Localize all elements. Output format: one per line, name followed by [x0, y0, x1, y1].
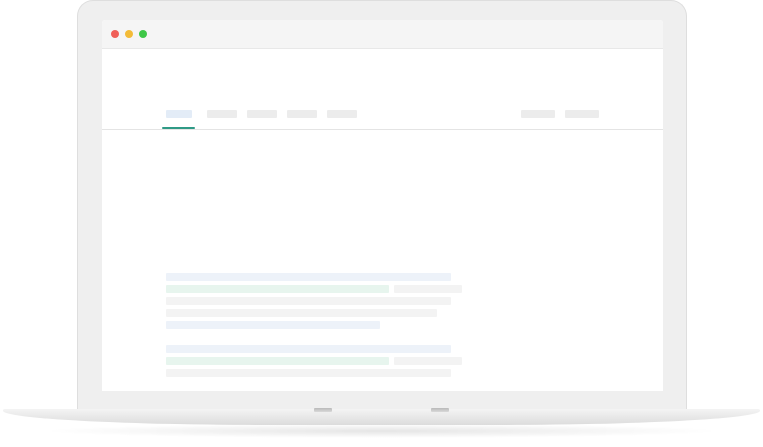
nav-action-1[interactable] [521, 110, 555, 118]
minimize-window-button[interactable] [125, 30, 133, 38]
nav-tab-5[interactable] [327, 110, 357, 118]
browser-window [102, 20, 663, 391]
maximize-window-button[interactable] [139, 30, 147, 38]
site-navbar [102, 49, 663, 130]
laptop-hinge-left [314, 408, 332, 412]
content-text-placeholder [166, 297, 451, 305]
laptop-base [3, 409, 760, 425]
nav-tab-1[interactable] [166, 110, 192, 118]
window-titlebar [102, 20, 663, 49]
laptop-shadow [40, 424, 723, 438]
content-text-placeholder [166, 321, 380, 329]
nav-tab-4[interactable] [287, 110, 317, 118]
content-title-placeholder [166, 345, 451, 353]
content-text-placeholder [166, 309, 437, 317]
close-window-button[interactable] [111, 30, 119, 38]
laptop-hinge-right [431, 408, 449, 412]
nav-tab-3[interactable] [247, 110, 277, 118]
content-link-placeholder[interactable] [166, 357, 389, 365]
content-link-placeholder[interactable] [166, 285, 389, 293]
active-tab-indicator [162, 127, 195, 129]
content-meta-placeholder [394, 357, 462, 365]
content-title-placeholder [166, 273, 451, 281]
content-text-placeholder [166, 369, 451, 377]
laptop-mockup [0, 0, 763, 447]
nav-tab-2[interactable] [207, 110, 237, 118]
content-meta-placeholder [394, 285, 462, 293]
nav-action-2[interactable] [565, 110, 599, 118]
